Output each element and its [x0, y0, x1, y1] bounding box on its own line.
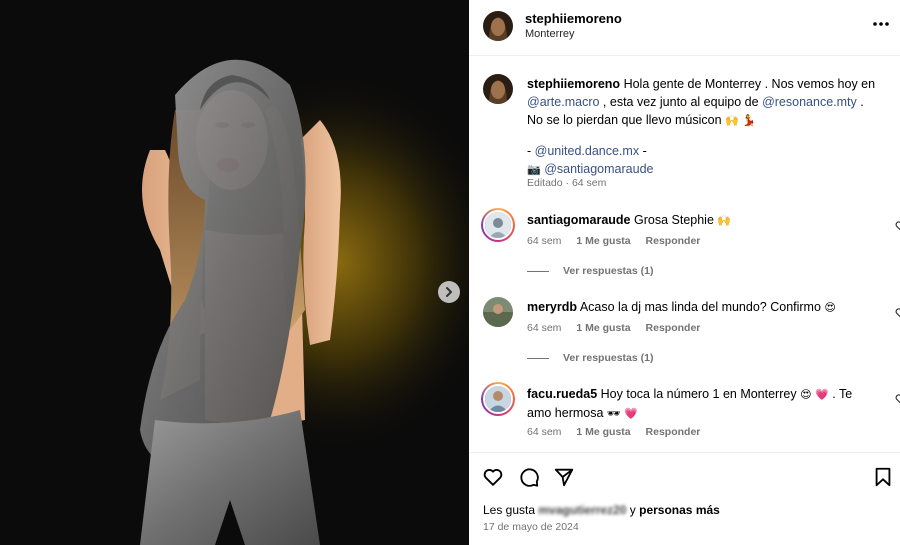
- comment-text: meryrdb Acaso la dj mas linda del mundo?…: [527, 298, 857, 317]
- camera-icon: 📷: [527, 163, 541, 176]
- caption-meta: Editado · 64 sem: [527, 177, 607, 189]
- comment-body: Hoy toca la número 1 en Monterrey: [600, 387, 797, 401]
- bookmark-icon[interactable]: [872, 466, 894, 488]
- dash: -: [642, 144, 647, 158]
- author-avatar[interactable]: [483, 11, 513, 41]
- caption-text: stephiiemoreno Hola gente de Monterrey .…: [527, 75, 883, 179]
- post-photo[interactable]: [0, 0, 469, 545]
- comment: facu.rueda5 Hoy toca la número 1 en Mont…: [481, 382, 900, 442]
- comment-meta: 64 sem 1 Me gusta Responder: [527, 426, 712, 438]
- emoji: 🕶 💗: [606, 407, 639, 420]
- heart-icon[interactable]: [482, 466, 504, 488]
- post-actions: Les gusta mvagutierrez20 y personas más …: [469, 452, 900, 545]
- post-date[interactable]: 17 de mayo de 2024: [483, 521, 579, 533]
- comment-body: Grosa Stephie: [634, 213, 714, 227]
- like-comment-icon[interactable]: [895, 393, 900, 405]
- comment-likes[interactable]: 1 Me gusta: [576, 426, 630, 438]
- commenter-avatar[interactable]: [483, 384, 513, 414]
- post-side-panel: stephiiemoreno Monterrey stephiiemoreno …: [469, 0, 900, 545]
- commenter-username[interactable]: santiagomaraude: [527, 213, 631, 227]
- comments-thread[interactable]: stephiiemoreno Hola gente de Monterrey .…: [469, 56, 900, 452]
- reply-button[interactable]: Responder: [646, 426, 701, 438]
- comment-meta: 64 sem 1 Me gusta Responder: [527, 235, 712, 247]
- view-replies-button[interactable]: Ver respuestas (1): [527, 265, 653, 277]
- view-replies-label: Ver respuestas (1): [563, 265, 654, 277]
- emoji: 🙌: [717, 214, 732, 227]
- commenter-avatar[interactable]: [483, 297, 513, 327]
- view-replies-label: Ver respuestas (1): [563, 352, 654, 364]
- story-ring[interactable]: [481, 208, 515, 242]
- mention-link[interactable]: @united.dance.mx: [535, 144, 639, 158]
- dash: -: [527, 144, 532, 158]
- post-location[interactable]: Monterrey: [525, 28, 575, 40]
- caption-text-part: , esta vez junto al equipo de: [602, 95, 759, 109]
- commenter-username[interactable]: meryrdb: [527, 300, 577, 314]
- next-photo-button[interactable]: [438, 281, 460, 303]
- like-comment-icon[interactable]: [895, 307, 900, 319]
- author-username[interactable]: stephiiemoreno: [525, 11, 622, 26]
- likes-prefix: Les gusta: [483, 503, 536, 517]
- emoji: 😍 💗: [800, 388, 829, 401]
- share-icon[interactable]: [553, 466, 575, 488]
- comment-text: facu.rueda5 Hoy toca la número 1 en Mont…: [527, 385, 857, 423]
- comment-meta: 64 sem 1 Me gusta Responder: [527, 322, 712, 334]
- reply-button[interactable]: Responder: [646, 322, 701, 334]
- mention-link[interactable]: @arte.macro: [527, 95, 599, 109]
- chevron-right-icon: [446, 287, 452, 297]
- emoji: 😍: [824, 301, 836, 314]
- like-comment-icon[interactable]: [895, 220, 900, 232]
- caption-text-part: Hola gente de Monterrey . Nos vemos hoy …: [623, 77, 876, 91]
- comment-likes[interactable]: 1 Me gusta: [576, 235, 630, 247]
- replies-divider: [527, 270, 549, 272]
- view-replies-button[interactable]: Ver respuestas (1): [527, 352, 653, 364]
- comment-time[interactable]: 64 sem: [527, 426, 561, 438]
- likes-suffix: y: [629, 503, 636, 517]
- commenter-avatar[interactable]: [483, 210, 513, 240]
- post-image: [0, 0, 469, 545]
- post-header: stephiiemoreno Monterrey: [469, 0, 900, 56]
- comment-likes[interactable]: 1 Me gusta: [576, 322, 630, 334]
- comment-icon[interactable]: [518, 466, 540, 488]
- comment-time[interactable]: 64 sem: [527, 322, 561, 334]
- mention-link[interactable]: @santiagomaraude: [544, 162, 653, 176]
- story-ring[interactable]: [481, 382, 515, 416]
- reply-button[interactable]: Responder: [646, 235, 701, 247]
- replies-divider: [527, 357, 549, 359]
- likes-others[interactable]: personas más: [639, 503, 720, 517]
- comment: meryrdb Acaso la dj mas linda del mundo?…: [483, 297, 900, 339]
- mention-link[interactable]: @resonance.mty: [762, 95, 857, 109]
- more-horizontal-icon[interactable]: [871, 17, 891, 31]
- comment: santiagomaraude Grosa Stephie 🙌 64 sem 1…: [481, 208, 900, 252]
- comment-text: santiagomaraude Grosa Stephie 🙌: [527, 211, 857, 230]
- comment-time[interactable]: 64 sem: [527, 235, 561, 247]
- commenter-username[interactable]: facu.rueda5: [527, 387, 597, 401]
- comment-body: Acaso la dj mas linda del mundo? Confirm…: [579, 300, 821, 314]
- likes-summary[interactable]: Les gusta mvagutierrez20 y personas más: [483, 503, 720, 517]
- caption-username[interactable]: stephiiemoreno: [527, 77, 620, 91]
- emoji: 🙌 💃: [725, 114, 756, 127]
- caption-avatar[interactable]: [483, 74, 513, 104]
- liker-username[interactable]: mvagutierrez20: [538, 503, 626, 517]
